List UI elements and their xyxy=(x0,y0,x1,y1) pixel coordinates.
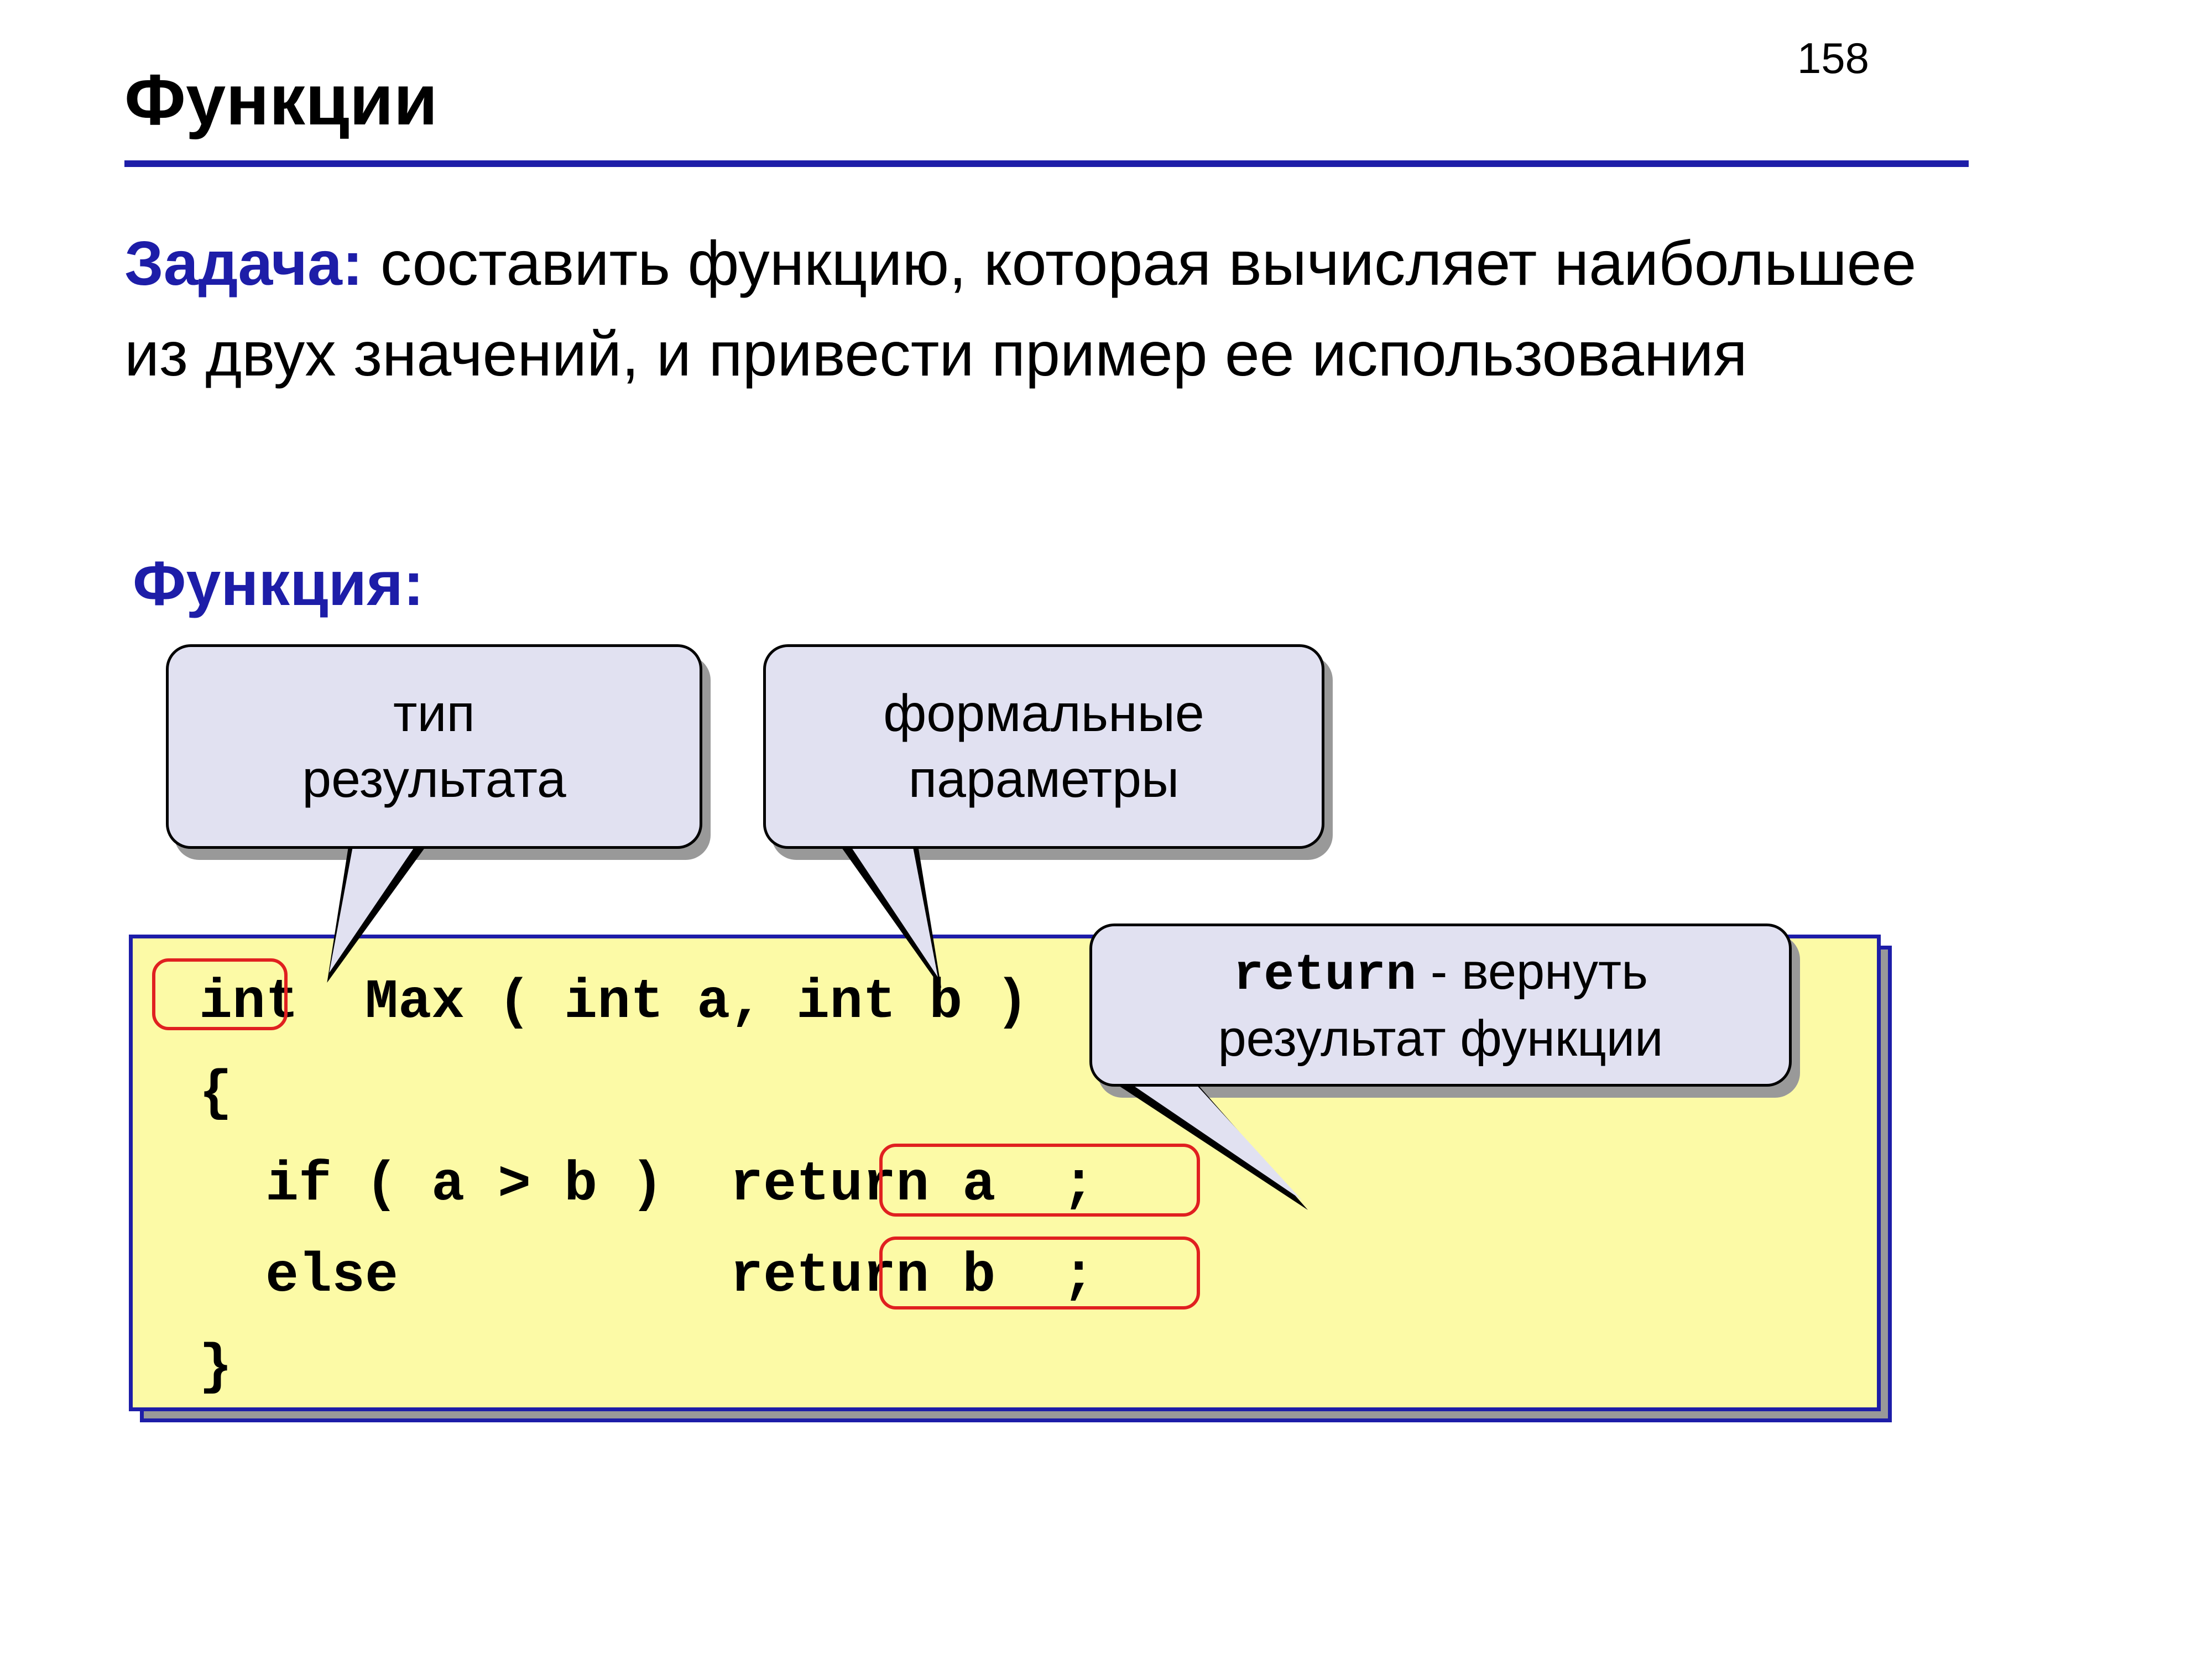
callout-return: return - вернуть результат функции xyxy=(1089,924,1792,1087)
function-label: Функция: xyxy=(133,547,424,619)
callout-formal-params-line1: формальные xyxy=(883,681,1204,747)
callout-formal-params-line2: параметры xyxy=(909,747,1180,812)
callout-formal-params: формальные параметры xyxy=(763,644,1324,849)
task-text: составить функцию, которая вычисляет наи… xyxy=(124,228,1916,389)
callout-result-type: тип результата xyxy=(166,644,702,849)
page-number: 158 xyxy=(1797,33,1869,84)
callout-result-type-line2: результата xyxy=(302,747,566,812)
code-line-5: } xyxy=(166,1337,232,1399)
page-title: Функции xyxy=(124,58,438,141)
code-line-2: { xyxy=(166,1063,232,1125)
callout-result-type-line1: тип xyxy=(393,681,475,747)
title-underline xyxy=(124,160,1969,167)
callout-return-line2: результат функции xyxy=(1218,1007,1663,1071)
highlight-return-a xyxy=(879,1144,1200,1217)
task-label: Задача: xyxy=(124,228,363,298)
highlight-int xyxy=(152,958,288,1030)
task-block: Задача: составить функцию, которая вычис… xyxy=(124,218,1969,400)
highlight-return-b xyxy=(879,1237,1200,1310)
callout-return-line1-rest: - вернуть xyxy=(1416,943,1648,1000)
callout-return-keyword: return xyxy=(1233,946,1416,1004)
callout-return-line1: return - вернуть xyxy=(1233,940,1648,1007)
